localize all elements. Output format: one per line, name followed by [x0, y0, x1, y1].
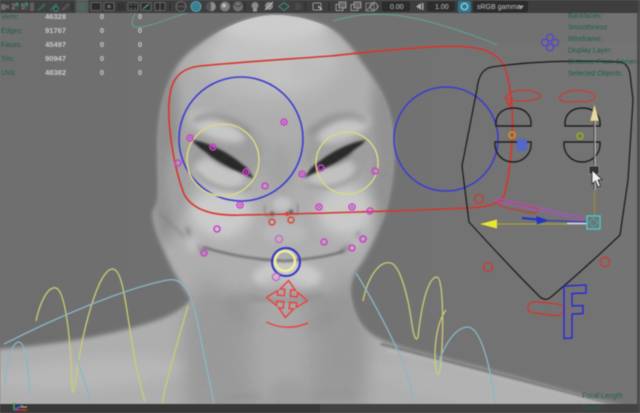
- svg-text:sRGB gamma: sRGB gamma: [477, 4, 521, 11]
- svg-text:45497: 45497: [45, 40, 66, 49]
- svg-text:Distance From Camera:: Distance From Camera:: [568, 59, 640, 66]
- svg-text:0: 0: [100, 54, 104, 63]
- svg-text:Display Layer:: Display Layer:: [568, 48, 612, 55]
- svg-text:0: 0: [100, 40, 104, 49]
- svg-text:0: 0: [138, 54, 142, 63]
- svg-text:48382: 48382: [45, 68, 66, 77]
- svg-text:Backfaces:: Backfaces:: [568, 13, 602, 20]
- svg-text:Faces:: Faces:: [1, 42, 22, 49]
- svg-text:0: 0: [138, 68, 142, 77]
- svg-text:0: 0: [138, 40, 142, 49]
- svg-text:Selected Objects:: Selected Objects:: [568, 71, 623, 78]
- svg-text:1.00: 1.00: [435, 4, 449, 11]
- svg-text:UVs:: UVs:: [1, 70, 16, 77]
- svg-text:90947: 90947: [45, 54, 66, 63]
- svg-text:Focal Length: Focal Length: [582, 393, 623, 400]
- svg-text:Smoothness:: Smoothness:: [568, 25, 609, 32]
- svg-text:2: 2: [12, 4, 16, 11]
- svg-text:Frame:: Frame:: [582, 405, 604, 412]
- svg-text:0.00: 0.00: [390, 4, 404, 11]
- svg-text:Edges:: Edges:: [1, 28, 23, 35]
- svg-text:0: 0: [138, 26, 142, 35]
- svg-text:0: 0: [100, 68, 104, 77]
- svg-text:0: 0: [138, 12, 142, 21]
- svg-text:5: 5: [21, 4, 25, 11]
- svg-text:0: 0: [100, 12, 104, 21]
- svg-text:Tris:: Tris:: [1, 56, 14, 63]
- svg-text:46328: 46328: [45, 12, 66, 21]
- svg-text:Wireframe:: Wireframe:: [568, 36, 602, 43]
- svg-text:Verts:: Verts:: [1, 14, 19, 21]
- svg-text:91767: 91767: [45, 26, 66, 35]
- svg-text:0: 0: [100, 26, 104, 35]
